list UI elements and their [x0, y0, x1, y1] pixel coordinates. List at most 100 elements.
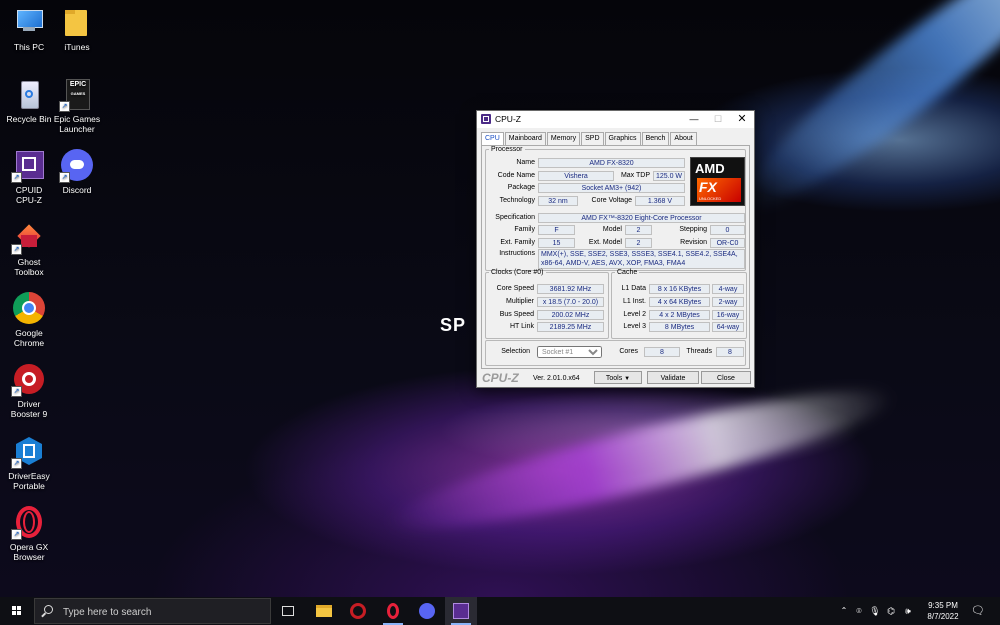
- drivereasy-icon: ↗: [11, 435, 45, 469]
- validate-button[interactable]: Validate: [647, 371, 699, 384]
- volume-icon[interactable]: 🕪: [900, 597, 916, 625]
- cores-label: Cores: [619, 348, 638, 355]
- task-view-button[interactable]: [272, 597, 304, 625]
- specification-label: Specification: [495, 214, 535, 221]
- folder-icon: [61, 6, 93, 38]
- maximize-button[interactable]: ☐: [706, 111, 730, 128]
- close-button[interactable]: Close: [701, 371, 751, 384]
- extmodel-value: 2: [625, 238, 652, 248]
- cpuz-brand-text: CPU-Z: [482, 371, 519, 385]
- start-button[interactable]: [0, 597, 34, 625]
- title-bar[interactable]: CPU-Z — ☐ ✕: [477, 111, 754, 128]
- notification-icon[interactable]: 🗨: [968, 597, 988, 625]
- clock[interactable]: 9:35 PM 8/7/2022: [920, 600, 966, 622]
- discord-icon: [419, 603, 435, 619]
- taskbar-discord[interactable]: [411, 597, 443, 625]
- cpu-tab-panel: Processor Name AMD FX-8320 Code Name Vis…: [481, 145, 750, 369]
- tab-about[interactable]: About: [670, 132, 697, 145]
- meet-now-icon[interactable]: ⌾: [852, 597, 866, 625]
- technology-label: Technology: [499, 197, 535, 204]
- tab-spd[interactable]: SPD: [581, 132, 604, 145]
- chevron-down-icon: ▼: [624, 376, 631, 382]
- maxtdp-label: Max TDP: [620, 172, 650, 179]
- cache-row-label: L1 Inst.: [623, 298, 646, 305]
- desktop-icon-label: Epic Games Launcher: [53, 114, 101, 134]
- taskbar-cpuz[interactable]: [445, 597, 477, 625]
- desktop-icon-driver-booster[interactable]: ↗ Driver Booster 9: [0, 363, 58, 419]
- socket-select[interactable]: Socket #1: [537, 346, 602, 358]
- desktop-icon-chrome[interactable]: Google Chrome: [0, 292, 58, 348]
- cache-row-way: 16-way: [712, 310, 744, 320]
- chevron-up-icon[interactable]: ⌃: [838, 597, 850, 625]
- tab-mainboard[interactable]: Mainboard: [504, 132, 546, 145]
- epic-games-icon: EPIC GAMES ↗: [59, 78, 93, 112]
- tab-bench[interactable]: Bench: [641, 132, 670, 145]
- maxtdp-value: 125.0 W: [653, 171, 685, 181]
- minimize-button[interactable]: —: [682, 111, 706, 128]
- microphone-icon[interactable]: 🎙: [868, 597, 882, 625]
- corevoltage-value: 1.368 V: [635, 196, 685, 206]
- desktop-icon-drivereasy[interactable]: ↗ DriverEasy Portable: [0, 435, 58, 491]
- cache-row-size: 8 MBytes: [649, 322, 710, 332]
- desktop-icon-opera-gx[interactable]: ↗ Opera GX Browser: [0, 506, 58, 562]
- computer-icon: [13, 6, 45, 38]
- busspeed-label: Bus Speed: [499, 311, 534, 318]
- extfamily-value: 15: [538, 238, 575, 248]
- busspeed-value: 200.02 MHz: [537, 310, 604, 320]
- desktop-icon-epic-games[interactable]: EPIC GAMES ↗ Epic Games Launcher: [48, 78, 106, 134]
- tab-graphics[interactable]: Graphics: [604, 132, 641, 145]
- clocks-legend: Clocks (Core #0): [491, 269, 544, 276]
- wallpaper-logo: SP: [440, 315, 467, 335]
- network-icon[interactable]: ⌬: [884, 597, 898, 625]
- threads-value: 8: [716, 347, 744, 357]
- tab-bar: CPU Mainboard Memory SPD Graphics Bench …: [481, 132, 698, 146]
- technology-value: 32 nm: [538, 196, 578, 206]
- multiplier-label: Multiplier: [505, 298, 534, 305]
- close-window-button[interactable]: ✕: [730, 111, 754, 128]
- tools-button[interactable]: Tools ▼: [594, 371, 642, 384]
- taskbar-driver-booster[interactable]: [342, 597, 374, 625]
- codename-label: Code Name: [497, 172, 535, 179]
- taskbar-file-explorer[interactable]: [308, 597, 340, 625]
- name-label: Name: [516, 159, 535, 166]
- tools-button-label: Tools: [605, 375, 623, 382]
- taskbar-search-box[interactable]: [34, 598, 271, 624]
- search-icon: [44, 605, 53, 614]
- model-label: Model: [602, 226, 622, 233]
- recycle-bin-icon: [13, 78, 45, 110]
- opera-gx-icon: [387, 603, 399, 619]
- fx-badge: FX UNLOCKED: [697, 178, 741, 202]
- chrome-icon: [13, 292, 45, 324]
- desktop-icon-label: DriverEasy Portable: [8, 471, 50, 491]
- extmodel-label: Ext. Model: [588, 239, 622, 246]
- search-input[interactable]: [61, 604, 265, 620]
- taskbar: ⌃ ⌾ 🎙 ⌬ 🕪 9:35 PM 8/7/2022 🗨: [0, 597, 1000, 625]
- cpuz-window: CPU-Z — ☐ ✕ CPU Mainboard Memory SPD Gra…: [476, 110, 755, 388]
- cache-row-way: 64-way: [712, 322, 744, 332]
- cpuz-icon: [453, 603, 469, 619]
- corespeed-value: 3681.92 MHz: [537, 284, 604, 294]
- desktop-icon-itunes[interactable]: iTunes: [48, 6, 106, 52]
- selection-label: Selection: [501, 348, 530, 355]
- tab-cpu[interactable]: CPU: [481, 132, 504, 146]
- window-footer: CPU-Z Ver. 2.01.0.x64 Tools ▼ Validate C…: [477, 369, 754, 387]
- desktop: SP This PC iTunes Recycle Bin EPIC GAMES …: [0, 0, 1000, 597]
- tab-memory[interactable]: Memory: [546, 132, 581, 145]
- package-value: Socket AM3+ (942): [538, 183, 685, 193]
- desktop-icon-discord[interactable]: ↗ Discord: [48, 149, 106, 195]
- windows-logo-icon: [12, 606, 22, 616]
- desktop-icon-ghost-toolbox[interactable]: ↗ Ghost Toolbox: [0, 221, 58, 277]
- stepping-label: Stepping: [679, 226, 707, 233]
- taskbar-opera-gx[interactable]: [377, 597, 409, 625]
- corevoltage-label: Core Voltage: [591, 197, 632, 204]
- processor-legend: Processor: [491, 146, 523, 153]
- corespeed-label: Core Speed: [496, 285, 534, 292]
- unlocked-text: UNLOCKED: [699, 196, 722, 201]
- htlink-value: 2189.25 MHz: [537, 322, 604, 332]
- clock-time: 9:35 PM: [928, 601, 958, 610]
- folder-icon: [316, 605, 332, 617]
- discord-icon: ↗: [59, 149, 93, 183]
- desktop-icon-label: Opera GX Browser: [9, 542, 49, 562]
- extfamily-label: Ext. Family: [500, 239, 535, 246]
- instructions-value: MMX(+), SSE, SSE2, SSE3, SSSE3, SSE4.1, …: [538, 249, 745, 269]
